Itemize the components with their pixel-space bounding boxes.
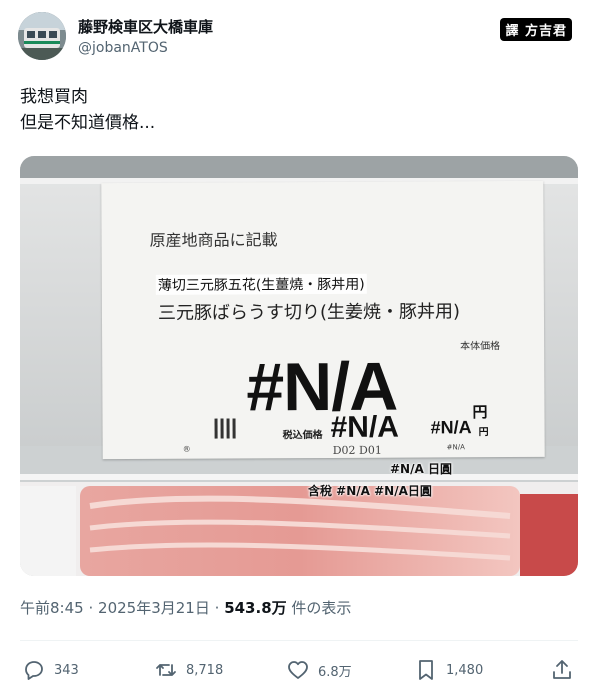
small-na-text: #N/A [446, 443, 465, 452]
retweet-count: 8,718 [186, 662, 224, 678]
share-icon [553, 660, 571, 679]
translation-caption-2: 含稅 #N/A #N/A日圓 [308, 484, 432, 498]
like-button[interactable]: 6.8万 [286, 652, 352, 688]
avatar-train-icon [18, 12, 66, 60]
product-name: 三元豚ばらうす切り(生姜焼・豚丼用) [157, 301, 461, 324]
handwritten-code: D02 D01 [332, 443, 382, 457]
translation-caption-1: #N/A 日圓 [390, 462, 452, 476]
price-label-card: 原産地商品に記載 薄切三元豚五花(生薑燒・豚丼用) 三元豚ばらうす切り(生姜焼・… [101, 180, 545, 460]
tweet-time[interactable]: 午前8:45 [20, 599, 84, 617]
bookmark-icon [419, 660, 433, 680]
view-count-suffix: 件の表示 [291, 599, 352, 617]
heart-icon [288, 661, 308, 679]
display-name[interactable]: 藤野検車区大橋車庫 [78, 16, 213, 37]
tweet-text: 我想買肉 但是不知道價格... [20, 84, 155, 136]
translated-product-name: 薄切三元豚五花(生薑燒・豚丼用) [155, 273, 367, 295]
action-bar: 343 8,718 6.8万 1,480 [20, 652, 578, 688]
tweet-line-2: 但是不知道價格... [20, 113, 156, 133]
tweet-header: 藤野検車区大橋車庫 @jobanATOS 譯 方吉君 [18, 12, 580, 62]
tax-price-label: 税込価格 [282, 430, 323, 442]
retweet-icon [156, 664, 176, 676]
tweet-date[interactable]: 2025年3月21日 [98, 599, 210, 617]
tweet-photo[interactable]: 原産地商品に記載 薄切三元豚五花(生薑燒・豚丼用) 三元豚ばらうす切り(生姜焼・… [20, 156, 578, 576]
tweet-line-1: 我想買肉 [20, 87, 88, 107]
bookmark-button[interactable]: 1,480 [414, 652, 483, 688]
like-count: 6.8万 [318, 664, 352, 680]
reply-button[interactable]: 343 [22, 652, 79, 688]
share-button[interactable] [550, 652, 574, 688]
retweet-button[interactable]: 8,718 [154, 652, 223, 688]
registered-mark: ® [182, 444, 191, 454]
reply-icon [25, 661, 43, 680]
barcode-icon [214, 418, 243, 442]
reply-count: 343 [54, 662, 79, 678]
meta-separator: · [88, 599, 94, 617]
translator-watermark: 譯 方吉君 [500, 18, 572, 41]
meta-separator-2: · [214, 599, 220, 617]
view-count[interactable]: 543.8万 [224, 599, 286, 617]
user-handle[interactable]: @jobanATOS [78, 40, 168, 56]
base-price-yen: 円 [472, 403, 488, 422]
bookmark-count: 1,480 [446, 662, 484, 678]
tax-price-yen: 円 [478, 427, 489, 439]
divider [20, 640, 578, 641]
avatar[interactable] [18, 12, 66, 60]
tax-price-value-small: #N/A [430, 417, 472, 438]
tweet-meta: 午前8:45 · 2025年3月21日 · 543.8万 件の表示 [20, 597, 351, 618]
tax-price-value: #N/A [330, 410, 400, 444]
origin-note: 原産地商品に記載 [149, 230, 278, 250]
base-price-label: 本体価格 [460, 341, 501, 353]
